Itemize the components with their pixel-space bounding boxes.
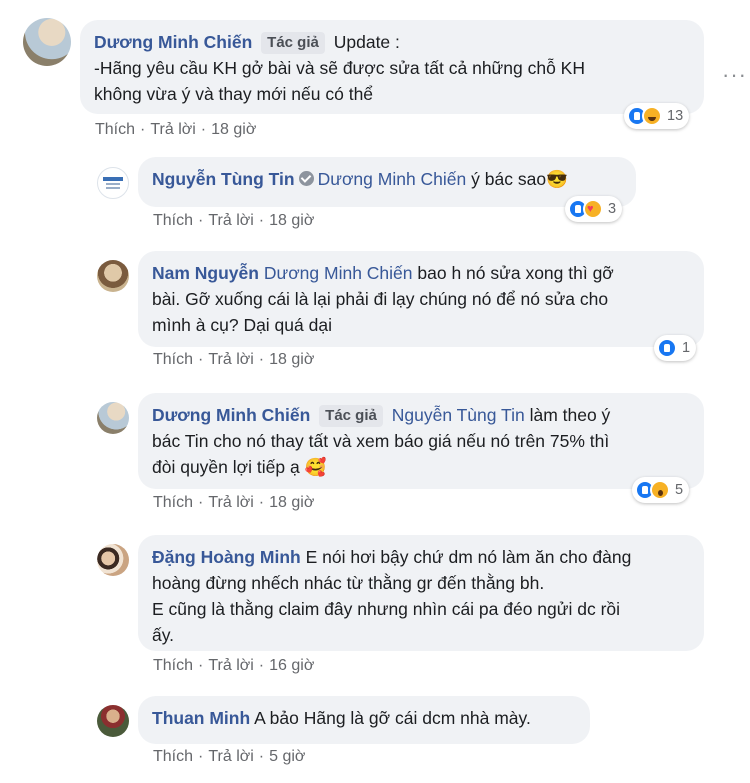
timestamp[interactable]: 18 giờ — [269, 494, 314, 511]
ellipsis-icon[interactable]: ··· — [722, 62, 747, 88]
comment-text-line: E nói hơi bậy chứ dm nó làm ăn cho đàng — [305, 547, 632, 567]
reaction-count: 1 — [682, 340, 691, 356]
comment-actions: Thích · Trả lời · 18 giờ — [153, 494, 315, 511]
mention-link[interactable]: Dương Minh Chiến — [318, 169, 467, 189]
avatar-duong-minh-chien[interactable] — [97, 402, 129, 434]
avatar-dang-hoang-minh[interactable] — [97, 544, 129, 576]
reaction-summary[interactable]: 3 — [565, 196, 623, 222]
comment-text: A bảo Hãng là gỡ cái dcm nhà mày. — [254, 708, 531, 728]
like-link[interactable]: Thích — [153, 351, 193, 368]
comment-text-line: -Hãng yêu cầu KH gở bài và sẽ được sửa t… — [94, 58, 585, 78]
comment-text-line: làm theo ý — [529, 405, 611, 425]
reply-link[interactable]: Trả lời — [208, 657, 253, 674]
comment-bubble: Đặng Hoàng Minh E nói hơi bậy chứ dm nó … — [138, 535, 704, 651]
wow-reaction-icon — [650, 480, 670, 500]
comment-author[interactable]: Dương Minh Chiến — [152, 405, 310, 425]
reaction-summary[interactable]: 1 — [654, 335, 697, 361]
comment-bubble: Dương Minh Chiến Tác giả Nguyễn Tùng Tin… — [138, 393, 704, 489]
comment-author[interactable]: Nam Nguyễn — [152, 263, 259, 283]
like-link[interactable]: Thích — [153, 212, 193, 229]
reaction-count: 3 — [608, 201, 617, 217]
reaction-count: 5 — [675, 482, 684, 498]
timestamp[interactable]: 18 giờ — [211, 121, 256, 138]
author-badge: Tác giả — [319, 405, 383, 427]
comment-author[interactable]: Thuan Minh — [152, 708, 250, 728]
comment-text-line: ấy. — [152, 625, 175, 645]
avatar-nguyen-tung-tin[interactable] — [97, 167, 129, 199]
timestamp[interactable]: 18 giờ — [269, 351, 314, 368]
comment-actions: Thích · Trả lời · 18 giờ — [153, 212, 315, 229]
comment-text-line: mình à cụ? Dại quá dại — [152, 315, 332, 335]
comment-bubble: Thuan Minh A bảo Hãng là gỡ cái dcm nhà … — [138, 696, 590, 744]
timestamp[interactable]: 16 giờ — [269, 657, 314, 674]
mention-link[interactable]: Dương Minh Chiến — [264, 263, 413, 283]
comment-text-line: bao h nó sửa xong thì gỡ — [417, 263, 614, 283]
reply-link[interactable]: Trả lời — [208, 351, 253, 368]
comment-author[interactable]: Nguyễn Tùng Tin — [152, 169, 295, 189]
avatar-duong-minh-chien[interactable] — [23, 18, 71, 66]
timestamp[interactable]: 18 giờ — [269, 212, 314, 229]
like-link[interactable]: Thích — [153, 748, 193, 765]
haha-reaction-icon — [642, 106, 662, 126]
reply-link[interactable]: Trả lời — [150, 121, 195, 138]
like-reaction-icon — [657, 338, 677, 358]
comment-bubble: Nguyễn Tùng Tin Dương Minh Chiến ý bác sa… — [138, 157, 636, 207]
verified-badge-icon — [298, 171, 314, 186]
comment-actions: Thích · Trả lời · 5 giờ — [153, 748, 306, 765]
comment-actions: Thích · Trả lời · 18 giờ — [95, 121, 257, 138]
reaction-summary[interactable]: 13 — [624, 103, 690, 129]
like-link[interactable]: Thích — [95, 121, 135, 138]
like-link[interactable]: Thích — [153, 657, 193, 674]
avatar-thuan-minh[interactable] — [97, 705, 129, 737]
like-link[interactable]: Thích — [153, 494, 193, 511]
comment-text-line: Update : — [333, 32, 400, 52]
comment-text-line: bài. Gỡ xuống cái là lại phải đi lạy chú… — [152, 289, 609, 309]
author-badge: Tác giả — [261, 32, 325, 54]
avatar-nam-nguyen[interactable] — [97, 260, 129, 292]
comment-text: ý bác sao😎 — [471, 169, 568, 189]
reaction-summary[interactable]: 5 — [632, 477, 690, 503]
comment-text-line: hoàng đừng nhếch nhác từ thằng gr đến th… — [152, 573, 545, 593]
comment-actions: Thích · Trả lời · 16 giờ — [153, 657, 315, 674]
comment-bubble: Dương Minh Chiến Tác giả Update : -Hãng … — [80, 20, 704, 114]
comment-text-line: không vừa ý và thay mới nếu có thể — [94, 84, 374, 104]
comment-bubble: Nam Nguyễn Dương Minh Chiến bao h nó sửa… — [138, 251, 704, 347]
reply-link[interactable]: Trả lời — [208, 494, 253, 511]
comment-text-line: bác Tin cho nó thay tất và xem báo giá n… — [152, 431, 610, 451]
timestamp[interactable]: 5 giờ — [269, 748, 305, 765]
comment-author[interactable]: Dương Minh Chiến — [94, 32, 252, 52]
reply-link[interactable]: Trả lời — [208, 748, 253, 765]
comment-text-line: E cũng là thằng claim đây nhưng nhìn cái… — [152, 599, 621, 619]
comment-author[interactable]: Đặng Hoàng Minh — [152, 547, 301, 567]
mention-link[interactable]: Nguyễn Tùng Tin — [392, 405, 525, 425]
reaction-count: 13 — [667, 108, 684, 124]
care-reaction-icon — [583, 199, 603, 219]
comment-actions: Thích · Trả lời · 18 giờ — [153, 351, 315, 368]
comment-text-line: đòi quyền lợi tiếp ạ 🥰 — [152, 457, 327, 477]
reply-link[interactable]: Trả lời — [208, 212, 253, 229]
